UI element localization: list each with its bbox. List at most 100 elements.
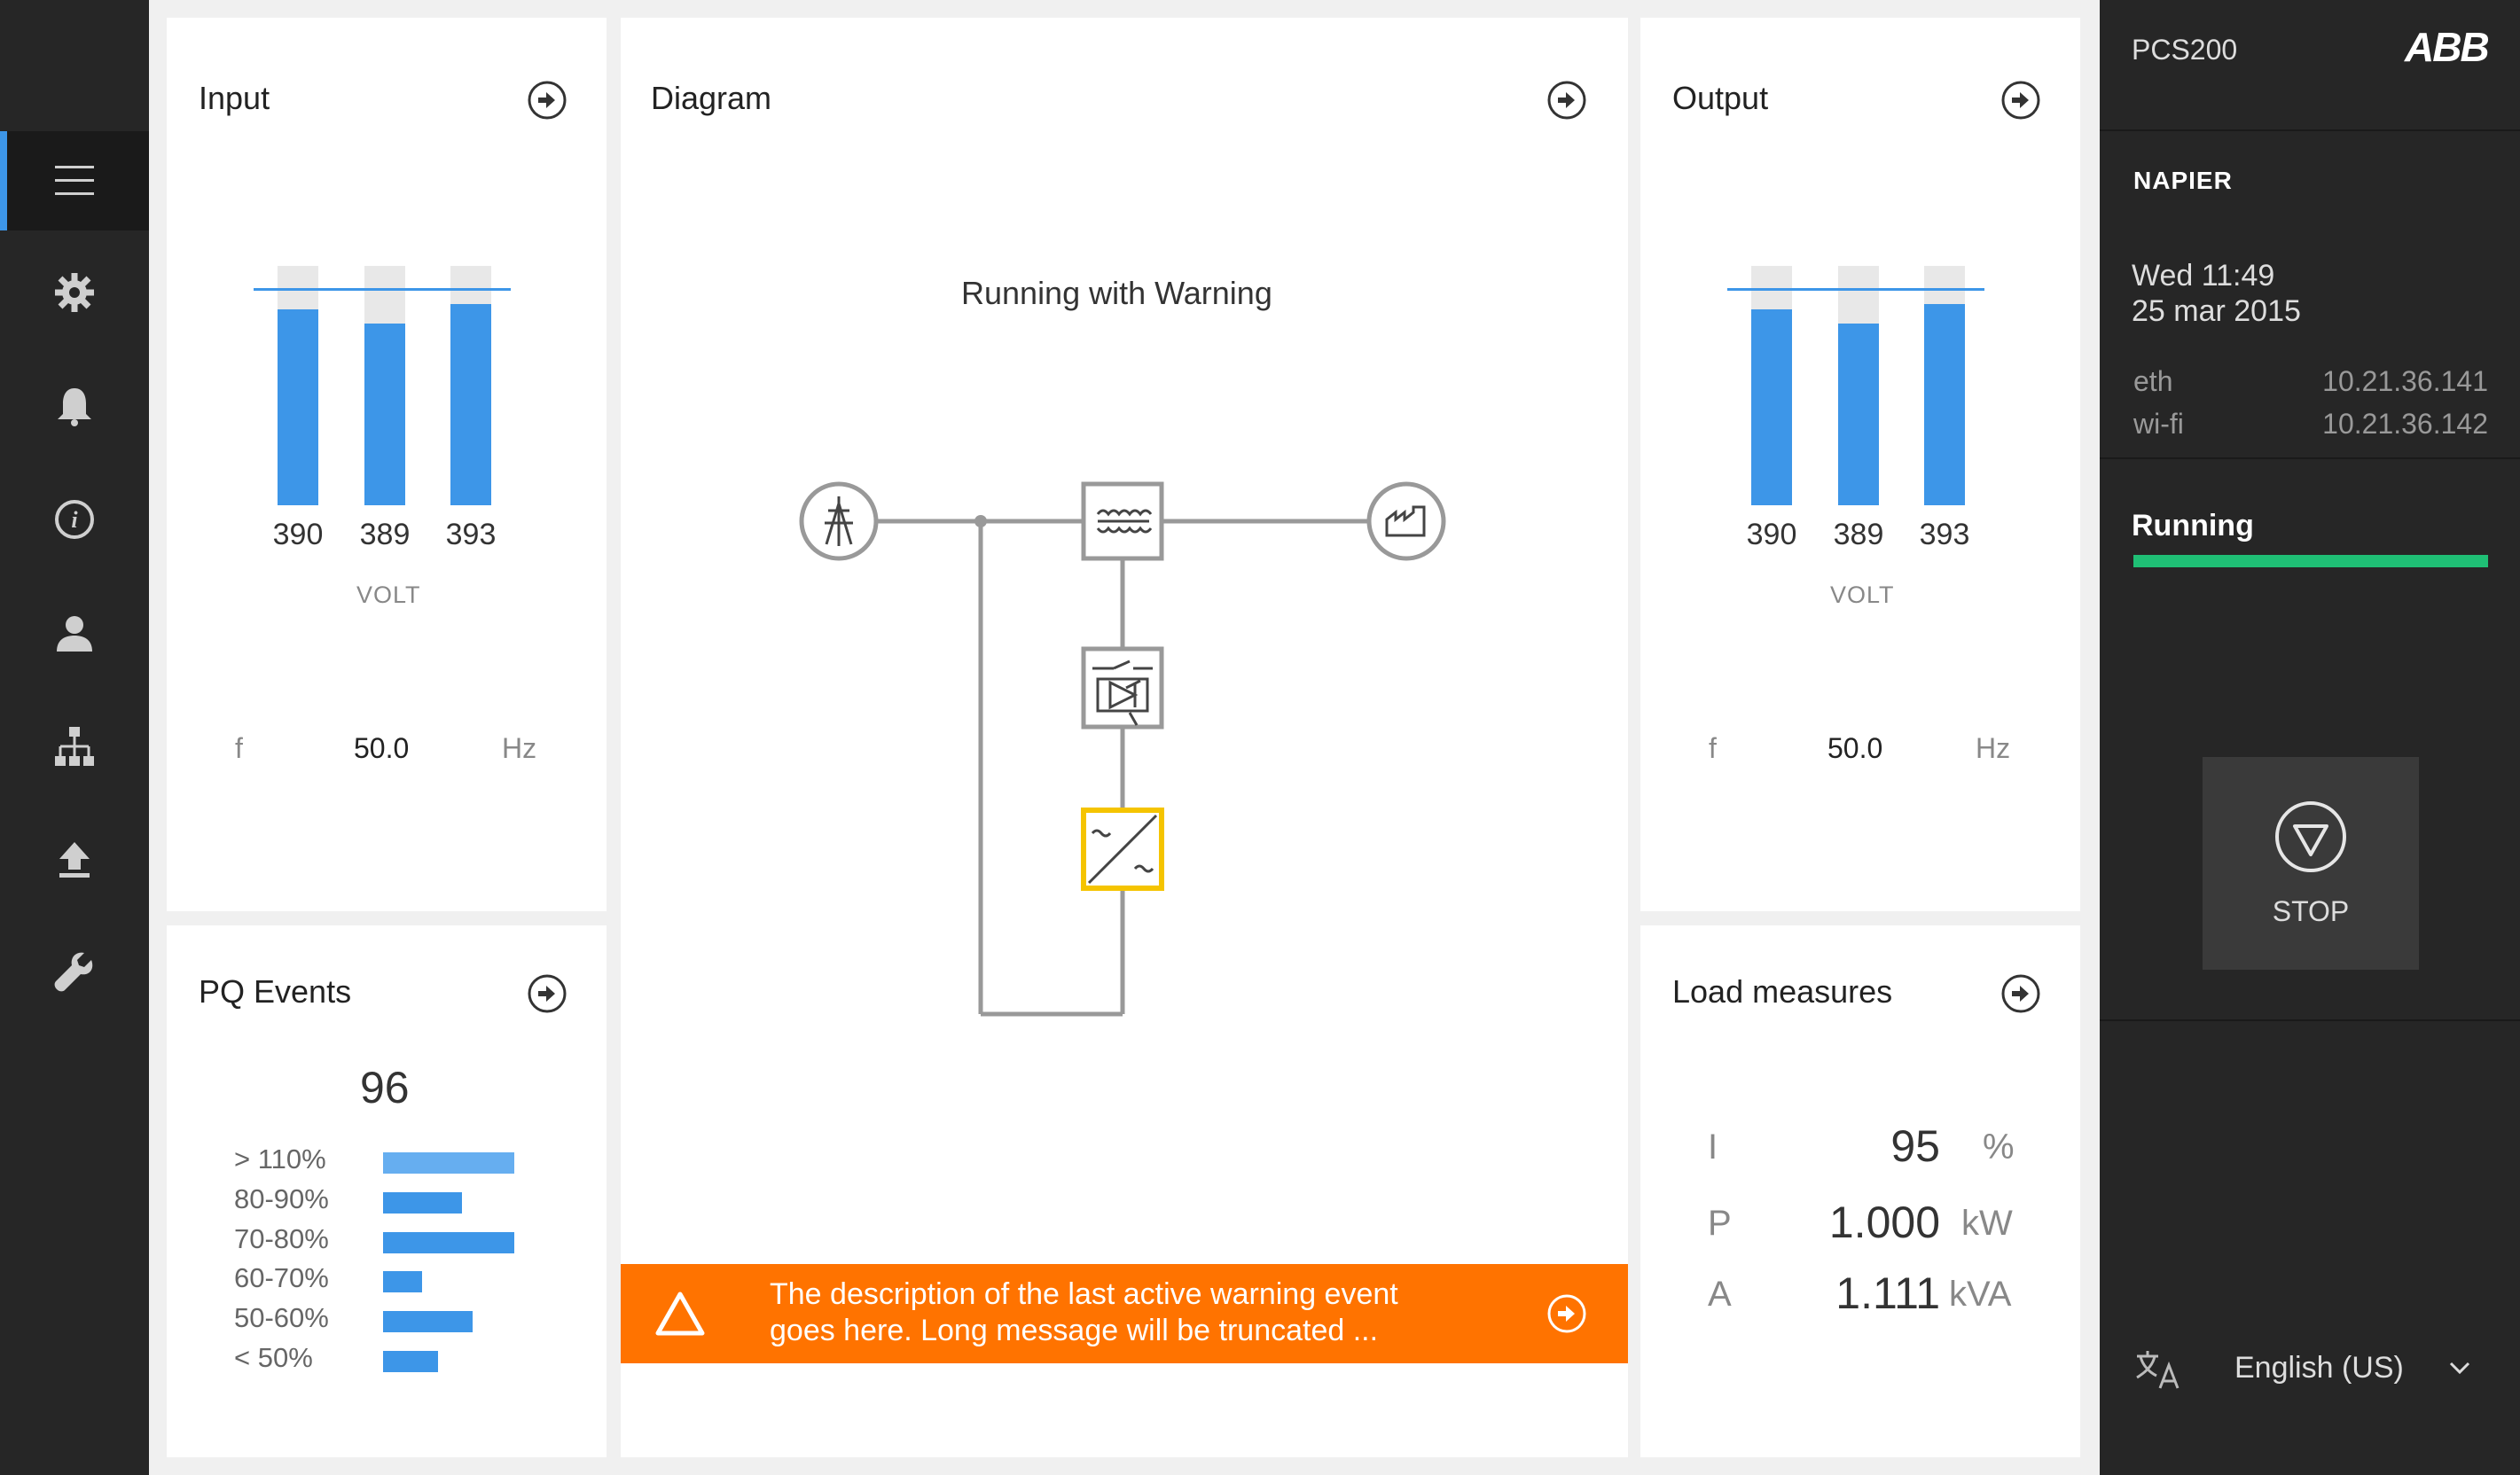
input-reference-line bbox=[254, 288, 511, 291]
warning-triangle-icon bbox=[655, 1292, 705, 1336]
translate-icon bbox=[2136, 1351, 2180, 1389]
input-phase-2-value: 389 bbox=[359, 518, 411, 551]
user-icon bbox=[57, 616, 92, 652]
input-freq-label: f bbox=[235, 732, 243, 764]
transformer-icon bbox=[1081, 481, 1164, 561]
output-title: Output bbox=[1672, 80, 1769, 116]
pq-events-open-button[interactable] bbox=[527, 973, 567, 1014]
stop-button[interactable]: STOP bbox=[2203, 757, 2419, 970]
nav-tools[interactable] bbox=[0, 924, 149, 1023]
nav-alarms[interactable] bbox=[0, 356, 149, 456]
load-measures-open-button[interactable] bbox=[2000, 973, 2041, 1014]
input-title: Input bbox=[199, 80, 270, 116]
language-value: English (US) bbox=[2234, 1351, 2404, 1385]
arrow-right-circle-icon bbox=[2001, 974, 2040, 1013]
arrow-right-circle-icon bbox=[2001, 81, 2040, 120]
pq-row-label-5: 50-60% bbox=[234, 1302, 329, 1333]
stop-label: STOP bbox=[2272, 895, 2350, 927]
output-bar-1-fill bbox=[1751, 309, 1792, 505]
network-icon bbox=[55, 727, 94, 766]
load-current-value: 95 bbox=[1890, 1121, 1940, 1171]
input-phase-3-value: 393 bbox=[445, 518, 497, 551]
bell-icon bbox=[58, 388, 91, 426]
warning-message-line-2: goes here. Long message will be truncate… bbox=[770, 1314, 1379, 1347]
load-measures-title: Load measures bbox=[1672, 973, 1893, 1010]
abb-logo: ABB bbox=[2405, 24, 2490, 70]
upload-icon bbox=[59, 842, 90, 878]
warning-banner[interactable]: The description of the last active warni… bbox=[621, 1264, 1628, 1363]
pq-bar-6 bbox=[383, 1351, 438, 1372]
left-nav: i bbox=[0, 0, 149, 1475]
input-freq-value: 50.0 bbox=[354, 732, 410, 764]
single-line-diagram bbox=[799, 481, 1446, 1017]
eth-label: eth bbox=[2133, 365, 2173, 397]
arrow-right-circle-icon bbox=[528, 974, 567, 1013]
input-phase-1-value: 390 bbox=[272, 518, 324, 551]
input-open-button[interactable] bbox=[527, 80, 567, 121]
nav-network[interactable] bbox=[0, 697, 149, 796]
output-card: Output 390 389 393 VOLT f 50.0 Hz bbox=[1640, 18, 2080, 911]
language-selector[interactable]: English (US) bbox=[2100, 1330, 2520, 1409]
pq-bar-4 bbox=[383, 1271, 422, 1292]
input-freq-unit: Hz bbox=[502, 732, 537, 764]
current-date: 25 mar 2015 bbox=[2132, 294, 2301, 328]
system-state: Running bbox=[2132, 509, 2254, 542]
divider bbox=[2100, 457, 2520, 459]
input-bar-1 bbox=[278, 266, 318, 505]
input-card: Input 390 389 393 VOLT f 50.0 Hz bbox=[167, 18, 607, 911]
output-phase-3-value: 393 bbox=[1919, 518, 1970, 551]
load-apparent-value: 1.111 bbox=[1835, 1268, 1940, 1318]
converter-icon bbox=[1081, 808, 1164, 891]
output-freq-label: f bbox=[1709, 732, 1717, 764]
output-freq-value: 50.0 bbox=[1827, 732, 1883, 764]
pq-row-label-6: < 50% bbox=[234, 1342, 313, 1373]
load-apparent-label: A bbox=[1708, 1275, 1732, 1314]
load-current-unit: % bbox=[1983, 1128, 2015, 1167]
input-bar-2-fill bbox=[364, 324, 405, 505]
output-freq-unit: Hz bbox=[1976, 732, 2011, 764]
junction-node bbox=[974, 515, 987, 527]
output-bar-3-fill bbox=[1924, 304, 1965, 505]
output-bar-3 bbox=[1924, 266, 1965, 505]
nav-menu[interactable] bbox=[0, 131, 149, 230]
right-panel: PCS200 ABB NAPIER Wed 11:49 25 mar 2015 … bbox=[2100, 0, 2520, 1475]
load-power-label: P bbox=[1708, 1204, 1732, 1243]
output-reference-line bbox=[1727, 288, 1984, 291]
output-open-button[interactable] bbox=[2000, 80, 2041, 121]
nav-info[interactable]: i bbox=[0, 470, 149, 569]
input-bar-3-fill bbox=[450, 304, 491, 505]
pq-events-total: 96 bbox=[360, 1063, 410, 1112]
nav-upload[interactable] bbox=[0, 810, 149, 909]
svg-text:i: i bbox=[71, 507, 78, 533]
nav-settings[interactable] bbox=[0, 243, 149, 342]
divider bbox=[2100, 129, 2520, 131]
load-current-label: I bbox=[1708, 1128, 1718, 1167]
output-unit: VOLT bbox=[1830, 581, 1895, 608]
input-bar-3 bbox=[450, 266, 491, 505]
output-bar-2-fill bbox=[1838, 324, 1879, 505]
diagram-card: Diagram Running with Warning bbox=[621, 18, 1628, 1457]
pq-row-label-1: > 110% bbox=[234, 1143, 326, 1175]
wifi-address: 10.21.36.142 bbox=[2322, 408, 2488, 440]
wifi-label: wi-fi bbox=[2133, 408, 2184, 440]
output-bar-2 bbox=[1838, 266, 1879, 505]
nav-user[interactable] bbox=[0, 583, 149, 683]
output-bar-1 bbox=[1751, 266, 1792, 505]
pq-events-card: PQ Events 96 > 110% 80-90% 70-80% 60-70%… bbox=[167, 925, 607, 1457]
output-phase-1-value: 390 bbox=[1746, 518, 1797, 551]
load-measures-card: Load measures I 95 % P 1.000 kW A 1.111 … bbox=[1640, 925, 2080, 1457]
pq-row-label-4: 60-70% bbox=[234, 1262, 329, 1293]
load-apparent-unit: kVA bbox=[1949, 1275, 2012, 1314]
warning-message-line-1: The description of the last active warni… bbox=[770, 1277, 1398, 1311]
site-name: NAPIER bbox=[2133, 167, 2233, 194]
grid-tower-icon bbox=[799, 481, 879, 561]
gear-icon bbox=[55, 273, 94, 312]
input-unit: VOLT bbox=[356, 581, 421, 608]
input-bar-1-fill bbox=[278, 309, 318, 505]
chevron-down-icon bbox=[2449, 1362, 2470, 1375]
input-bar-2 bbox=[364, 266, 405, 505]
factory-load-icon bbox=[1366, 481, 1446, 561]
warning-open-icon[interactable] bbox=[1546, 1293, 1587, 1334]
pq-bar-2 bbox=[383, 1192, 462, 1214]
output-phase-2-value: 389 bbox=[1833, 518, 1884, 551]
